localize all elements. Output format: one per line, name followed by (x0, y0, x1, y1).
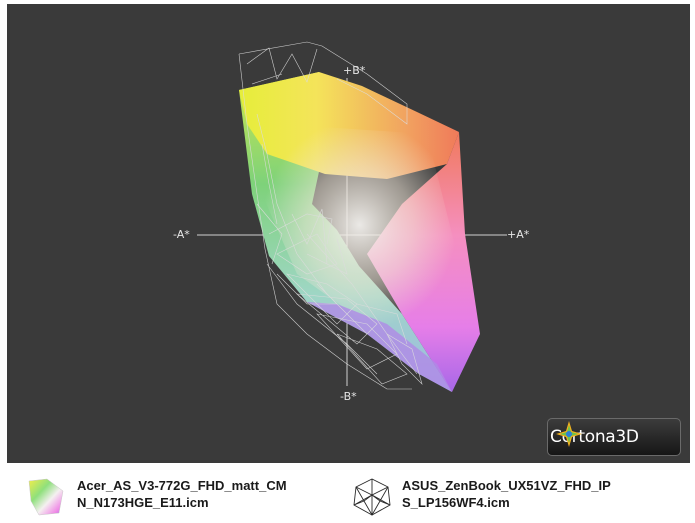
legend-label-asus: ASUS_ZenBook_UX51VZ_FHD_IPS_LP156WF4.icm (402, 478, 611, 510)
color-solid-gamut-icon (28, 478, 64, 516)
cortona3d-logo[interactable]: Cortona3D (547, 418, 681, 456)
a-minus-axis-label: -A* (173, 228, 190, 241)
legend-item-acer: Acer_AS_V3-772G_FHD_matt_CMN_N173HGE_E11… (25, 477, 287, 517)
cortona-star-icon (556, 421, 582, 447)
a-plus-axis-label: +A* (507, 228, 530, 241)
legend-label-acer: Acer_AS_V3-772G_FHD_matt_CMN_N173HGE_E11… (77, 478, 287, 510)
acer-gamut-solid (239, 72, 480, 392)
gamut-center-light (262, 124, 457, 334)
legend-item-asus: ASUS_ZenBook_UX51VZ_FHD_IPS_LP156WF4.icm (350, 477, 612, 517)
gamut-3d-viewport[interactable]: +B* -B* -A* +A* Cortona3D (7, 4, 690, 463)
b-plus-axis-label: +B* (343, 64, 366, 77)
wireframe-gamut-icon (353, 478, 391, 516)
b-minus-axis-label: -B* (340, 390, 357, 403)
